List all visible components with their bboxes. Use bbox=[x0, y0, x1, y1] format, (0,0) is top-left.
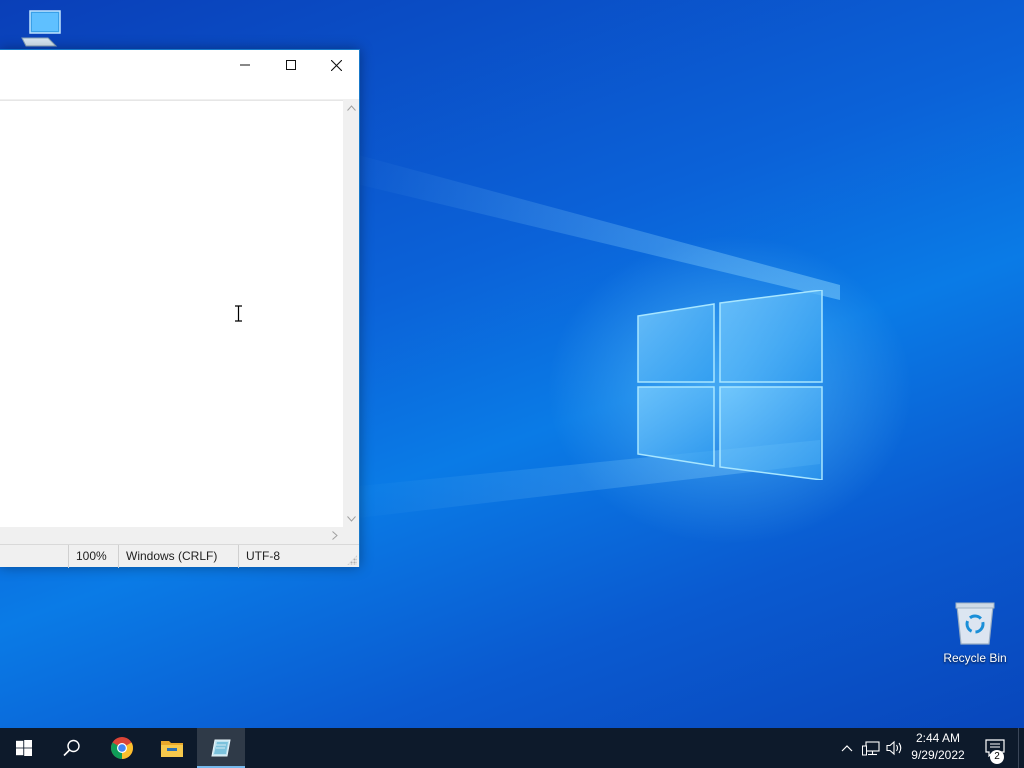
maximize-button[interactable] bbox=[268, 50, 314, 80]
this-pc-desktop-icon[interactable] bbox=[16, 8, 66, 51]
text-editor-area[interactable] bbox=[0, 100, 343, 527]
notepad-taskbar-button[interactable] bbox=[197, 728, 245, 768]
recycle-bin-icon bbox=[955, 602, 995, 645]
search-button[interactable] bbox=[48, 728, 96, 768]
zoom-level: 100% bbox=[68, 545, 118, 568]
chrome-icon bbox=[111, 737, 133, 759]
windows-wallpaper-logo bbox=[637, 290, 823, 480]
show-desktop-button[interactable] bbox=[1018, 728, 1024, 768]
wallpaper-light-beam bbox=[340, 150, 840, 300]
recycle-bin-label: Recycle Bin bbox=[943, 651, 1007, 665]
recycle-bin-desktop-icon[interactable]: Recycle Bin bbox=[934, 600, 1016, 665]
network-button[interactable] bbox=[860, 728, 882, 768]
close-button[interactable] bbox=[313, 50, 359, 80]
clock[interactable]: 2:44 AM 9/29/2022 bbox=[905, 728, 971, 768]
clock-time: 2:44 AM bbox=[915, 731, 961, 745]
speaker-icon bbox=[886, 740, 902, 756]
network-icon bbox=[862, 741, 880, 756]
text-cursor-icon bbox=[235, 305, 242, 322]
maximize-icon bbox=[286, 60, 296, 70]
menu-bar[interactable] bbox=[0, 80, 359, 100]
volume-button[interactable] bbox=[884, 728, 906, 768]
scrollbar-corner bbox=[343, 527, 359, 544]
line-ending: Windows (CRLF) bbox=[118, 545, 238, 568]
close-icon bbox=[330, 59, 342, 71]
scroll-right-icon[interactable] bbox=[327, 527, 343, 544]
folder-icon bbox=[161, 741, 183, 757]
notepad-window[interactable]: 100% Windows (CRLF) UTF-8 bbox=[0, 49, 360, 568]
scroll-up-icon[interactable] bbox=[343, 100, 359, 116]
taskbar: 2:44 AM 9/29/2022 bbox=[0, 728, 1024, 768]
encoding: UTF-8 bbox=[238, 545, 342, 568]
status-bar: 100% Windows (CRLF) UTF-8 bbox=[0, 544, 359, 568]
title-bar[interactable] bbox=[0, 50, 359, 80]
notification-count-badge: 2 bbox=[990, 750, 1004, 764]
computer-icon bbox=[21, 10, 61, 47]
chevron-up-icon bbox=[841, 745, 853, 752]
clock-date: 9/29/2022 bbox=[911, 748, 965, 762]
scroll-down-icon[interactable] bbox=[343, 511, 359, 527]
search-icon bbox=[63, 739, 80, 757]
minimize-button[interactable] bbox=[222, 50, 268, 80]
show-hidden-icons-button[interactable] bbox=[838, 728, 856, 768]
horizontal-scrollbar[interactable] bbox=[0, 527, 343, 544]
resize-grip-icon[interactable] bbox=[347, 555, 357, 565]
minimize-icon bbox=[240, 64, 250, 66]
windows-logo-icon bbox=[16, 740, 32, 756]
chrome-taskbar-button[interactable] bbox=[98, 728, 146, 768]
vertical-scrollbar[interactable] bbox=[343, 100, 359, 527]
notepad-icon bbox=[211, 739, 231, 757]
file-explorer-taskbar-button[interactable] bbox=[148, 728, 196, 768]
start-button[interactable] bbox=[0, 728, 48, 768]
